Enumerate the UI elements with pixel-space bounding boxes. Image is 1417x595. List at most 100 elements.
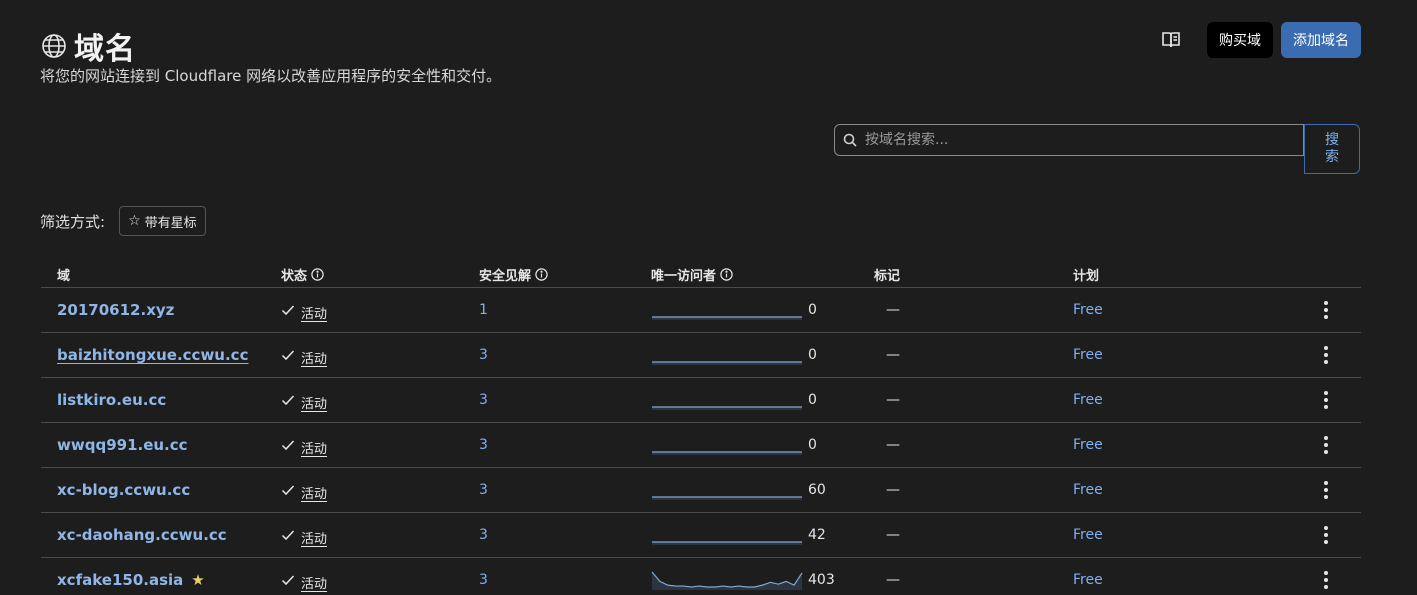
info-icon[interactable] xyxy=(535,268,548,281)
search-icon xyxy=(843,133,857,147)
table-row[interactable]: xc-blog.ccwu.cc 活动 3 60 — Free xyxy=(41,468,1361,513)
insights-count[interactable]: 1 xyxy=(479,288,488,332)
visitors-sparkline xyxy=(651,571,803,590)
domain-cell: xc-daohang.ccwu.cc xyxy=(57,513,227,557)
status-cell: 活动 xyxy=(281,558,327,595)
starred-filter-chip[interactable]: ☆ 带有星标 xyxy=(119,206,206,236)
book-icon[interactable] xyxy=(1153,22,1189,58)
insights-count[interactable]: 3 xyxy=(479,378,488,422)
plan-link[interactable]: Free xyxy=(1073,558,1103,595)
status-cell: 活动 xyxy=(281,513,327,557)
row-menu-button[interactable] xyxy=(1324,558,1328,595)
search-button[interactable]: 搜索 xyxy=(1304,124,1360,174)
tags-cell: — xyxy=(886,302,900,318)
visitors-cell: 403 xyxy=(651,558,835,595)
column-status: 状态 xyxy=(281,265,324,284)
domain-link[interactable]: wwqq991.eu.cc xyxy=(57,436,188,454)
domain-link[interactable]: xc-blog.ccwu.cc xyxy=(57,481,190,499)
status-label[interactable]: 活动 xyxy=(301,438,327,457)
sparkline-area xyxy=(652,572,802,590)
visitors-count: 42 xyxy=(808,527,826,543)
tags-cell: — xyxy=(886,437,900,453)
visitors-count: 0 xyxy=(808,347,817,363)
buy-domain-button[interactable]: 购买域 xyxy=(1207,22,1273,58)
visitors-count: 0 xyxy=(808,392,817,408)
plan-link[interactable]: Free xyxy=(1073,333,1103,377)
search-bar: 搜索 xyxy=(834,124,1360,174)
tags-cell: — xyxy=(886,572,900,588)
column-insights: 安全见解 xyxy=(479,265,548,284)
kebab-menu-icon xyxy=(1324,571,1328,589)
row-menu-button[interactable] xyxy=(1324,513,1328,557)
filter-bar: 筛选方式: ☆ 带有星标 xyxy=(40,206,206,236)
column-tags: 标记 xyxy=(874,269,901,284)
tags-cell: — xyxy=(886,527,900,543)
domain-link[interactable]: xc-daohang.ccwu.cc xyxy=(57,526,227,544)
search-input[interactable] xyxy=(863,131,1287,149)
table-row[interactable]: xc-daohang.ccwu.cc 活动 3 42 — Free xyxy=(41,513,1361,558)
status-cell: 活动 xyxy=(281,288,327,332)
check-icon xyxy=(281,529,295,541)
info-icon[interactable] xyxy=(720,268,733,281)
starred-filter-label: 带有星标 xyxy=(144,215,197,231)
check-icon xyxy=(281,394,295,406)
table-row[interactable]: 20170612.xyz 活动 1 0 — Free xyxy=(41,288,1361,333)
domain-cell: 20170612.xyz xyxy=(57,288,174,332)
domains-page: 域名 将您的网站连接到 Cloudflare 网络以改善应用程序的安全性和交付。… xyxy=(0,0,1417,595)
row-menu-button[interactable] xyxy=(1324,288,1328,332)
domain-link[interactable]: listkiro.eu.cc xyxy=(57,391,166,409)
row-menu-button[interactable] xyxy=(1324,333,1328,377)
column-plan: 计划 xyxy=(1073,269,1100,284)
plan-link[interactable]: Free xyxy=(1073,288,1103,332)
insights-count[interactable]: 3 xyxy=(479,558,488,595)
kebab-menu-icon xyxy=(1324,526,1328,544)
table-row[interactable]: baizhitongxue.ccwu.cc 活动 3 0 — Free xyxy=(41,333,1361,378)
check-icon xyxy=(281,439,295,451)
table-row[interactable]: listkiro.eu.cc 活动 3 0 — Free xyxy=(41,378,1361,423)
plan-link[interactable]: Free xyxy=(1073,423,1103,467)
check-icon xyxy=(281,304,295,316)
row-menu-button[interactable] xyxy=(1324,423,1328,467)
row-menu-button[interactable] xyxy=(1324,378,1328,422)
domain-link[interactable]: 20170612.xyz xyxy=(57,301,174,319)
table-row[interactable]: xcfake150.asia ★ 活动 3 403 — Free xyxy=(41,558,1361,595)
page-subtitle: 将您的网站连接到 Cloudflare 网络以改善应用程序的安全性和交付。 xyxy=(40,67,502,85)
domain-cell: listkiro.eu.cc xyxy=(57,378,166,422)
domain-cell: xc-blog.ccwu.cc xyxy=(57,468,190,512)
star-filled-icon[interactable]: ★ xyxy=(191,571,204,589)
globe-icon xyxy=(40,32,68,60)
domain-link[interactable]: baizhitongxue.ccwu.cc xyxy=(57,346,248,364)
status-label[interactable]: 活动 xyxy=(301,303,327,322)
info-icon[interactable] xyxy=(311,268,324,281)
status-label[interactable]: 活动 xyxy=(301,348,327,367)
visitors-count: 403 xyxy=(808,572,835,588)
row-menu-button[interactable] xyxy=(1324,468,1328,512)
status-cell: 活动 xyxy=(281,468,327,512)
header-actions: 购买域 添加域名 xyxy=(1153,22,1361,58)
column-visitors: 唯一访问者 xyxy=(651,265,733,284)
insights-count[interactable]: 3 xyxy=(479,468,488,512)
status-cell: 活动 xyxy=(281,378,327,422)
insights-count[interactable]: 3 xyxy=(479,333,488,377)
plan-link[interactable]: Free xyxy=(1073,468,1103,512)
visitors-cell: 0 xyxy=(651,288,817,332)
plan-link[interactable]: Free xyxy=(1073,513,1103,557)
status-label[interactable]: 活动 xyxy=(301,528,327,547)
visitors-sparkline xyxy=(652,361,802,365)
add-domain-button[interactable]: 添加域名 xyxy=(1281,22,1361,58)
check-icon xyxy=(281,484,295,496)
table-row[interactable]: wwqq991.eu.cc 活动 3 0 — Free xyxy=(41,423,1361,468)
filter-label: 筛选方式: xyxy=(40,212,106,231)
tags-cell: — xyxy=(886,347,900,363)
kebab-menu-icon xyxy=(1324,301,1328,319)
status-label[interactable]: 活动 xyxy=(301,393,327,412)
table-body: 20170612.xyz 活动 1 0 — Free baizhitongxue… xyxy=(41,288,1361,595)
domains-table: 域 状态 安全见解 唯一访问者 标记 计划 20170612.xyz 活动 1 … xyxy=(41,258,1361,595)
plan-link[interactable]: Free xyxy=(1073,378,1103,422)
insights-count[interactable]: 3 xyxy=(479,423,488,467)
status-label[interactable]: 活动 xyxy=(301,573,327,592)
domain-link[interactable]: xcfake150.asia xyxy=(57,571,183,589)
page-title: 域名 xyxy=(74,32,136,67)
status-label[interactable]: 活动 xyxy=(301,483,327,502)
insights-count[interactable]: 3 xyxy=(479,513,488,557)
